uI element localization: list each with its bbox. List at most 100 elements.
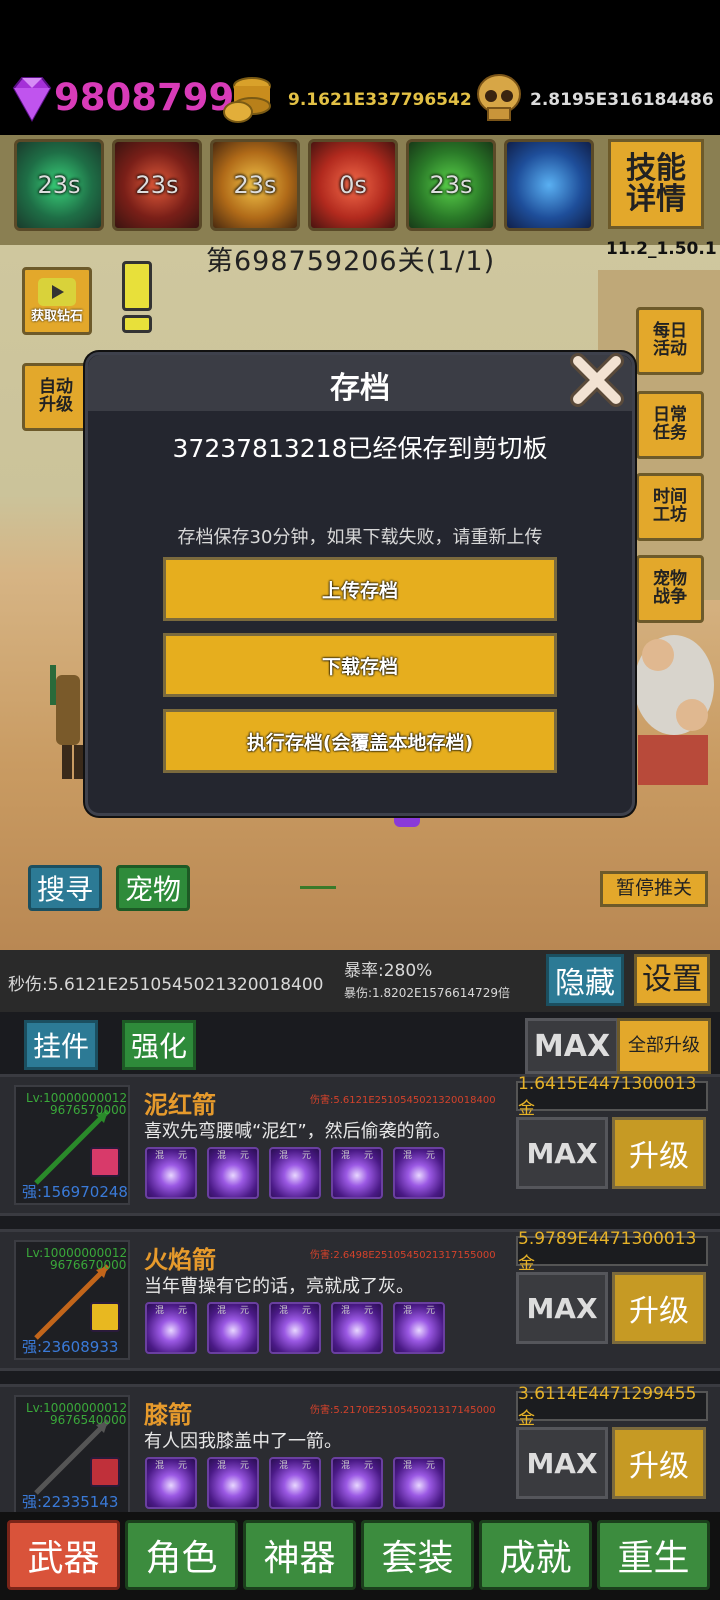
weapon-max-button[interactable]: MAX (516, 1427, 608, 1499)
weapon-level-sub: 9676570000 (50, 1103, 127, 1117)
weapon-gem-icon (90, 1302, 120, 1332)
weapon-gem-icon (90, 1457, 120, 1487)
gem-label: 元 (425, 1461, 435, 1471)
weapon-damage: 伤害:5.6121E2510545021320018400 (310, 1095, 496, 1106)
enemy-group (628, 625, 720, 795)
yin-yang-gem-icon[interactable]: 混 元 (393, 1147, 445, 1199)
nav-set[interactable]: 套装 (361, 1520, 474, 1590)
weapon-max-button[interactable]: MAX (516, 1272, 608, 1344)
nav-artifact[interactable]: 神器 (243, 1520, 356, 1590)
get-diamond-button[interactable]: 获取钻石 (22, 267, 92, 335)
weapon-thumbnail[interactable]: Lv:10000000012 9676540000 强:22335143 (14, 1395, 130, 1515)
time-workshop-button[interactable]: 时间 工坊 (636, 473, 704, 541)
weapon-strength: 强:23608933 (22, 1338, 119, 1356)
skill-detail-label: 详情 (626, 182, 686, 217)
yin-yang-gem-icon[interactable]: 混 元 (207, 1147, 259, 1199)
nav-label: 重生 (617, 1538, 690, 1579)
upgrade-all-button[interactable]: 全部升级 (617, 1018, 711, 1074)
gem-label: 混 (279, 1151, 289, 1161)
yin-yang-gem-icon[interactable]: 混 元 (145, 1302, 197, 1354)
nav-achievement[interactable]: 成就 (479, 1520, 592, 1590)
nav-label: 套装 (381, 1538, 454, 1579)
daily-activity-button[interactable]: 每日 活动 (636, 307, 704, 375)
save-dialog: 存档 37237813218已经保存到剪切板 存档保存30分钟，如果下载失败，请… (85, 352, 635, 816)
pause-stage-button[interactable]: 暂停推关 (600, 871, 708, 907)
yin-yang-gem-icon[interactable]: 混 元 (145, 1457, 197, 1509)
resource-bar: 9808799 9.1621E337796542 2.8195E31618448… (0, 0, 720, 135)
exclamation-icon[interactable] (122, 261, 154, 333)
auto-upgrade-button[interactable]: 自动 升级 (22, 363, 90, 431)
weapon-card: Lv:10000000012 9676570000 强:156970248 泥红… (0, 1074, 720, 1216)
max-label: MAX (526, 1136, 598, 1170)
weapon-upgrade-button[interactable]: 升级 (612, 1427, 706, 1499)
yin-yang-gem-icon[interactable]: 混 元 (145, 1147, 197, 1199)
skull-icon (474, 72, 524, 124)
upload-save-button[interactable]: 上传存档 (163, 557, 557, 621)
daily-task-button[interactable]: 日常 任务 (636, 391, 704, 459)
weapon-cost: 3.6114E4471299455金 (516, 1384, 708, 1429)
nav-label: 成就 (499, 1538, 572, 1579)
weapon-cost: 1.6415E4471300013金 (516, 1074, 708, 1119)
gem-label: 混 (217, 1306, 227, 1316)
yin-yang-gem-icon[interactable]: 混 元 (393, 1302, 445, 1354)
weapon-level-sub: 9676540000 (50, 1413, 127, 1427)
hide-label: 隐藏 (555, 966, 615, 1001)
side-button-label: 任务 (653, 423, 687, 443)
weapon-thumbnail[interactable]: Lv:10000000012 9676570000 强:156970248 (14, 1085, 130, 1205)
skill-cooldown: 23s (429, 171, 473, 199)
gem-label: 元 (177, 1151, 187, 1161)
skill-slot-fire[interactable]: 0s (308, 139, 398, 231)
pet-war-button[interactable]: 宠物 战争 (636, 555, 704, 623)
settings-button[interactable]: 设置 (634, 954, 710, 1006)
gem-label: 混 (279, 1306, 289, 1316)
weapon-level-sub: 9676670000 (50, 1258, 127, 1272)
gem-label: 混 (217, 1461, 227, 1471)
skill-slot-blade[interactable]: 23s (112, 139, 202, 231)
weapon-damage: 伤害:2.6498E2510545021317155000 (310, 1250, 496, 1261)
dialog-message: 37237813218已经保存到剪切板 (172, 434, 548, 463)
weapon-upgrade-button[interactable]: 升级 (612, 1272, 706, 1344)
execute-save-button[interactable]: 执行存档(会覆盖本地存档) (163, 709, 557, 773)
weapon-name: 泥红箭 (144, 1091, 216, 1119)
pause-stage-label: 暂停推关 (615, 877, 692, 900)
yin-yang-gem-icon[interactable]: 混 元 (207, 1302, 259, 1354)
pet-label: 宠物 (124, 873, 181, 906)
skill-slot-arrow[interactable]: 23s (406, 139, 496, 231)
max-all-button[interactable]: MAX (525, 1018, 619, 1074)
skill-detail-button[interactable]: 技能 详情 (608, 139, 704, 229)
hide-button[interactable]: 隐藏 (546, 954, 624, 1006)
hangup-button[interactable]: 挂件 (24, 1020, 98, 1070)
search-button[interactable]: 搜寻 (28, 865, 102, 911)
nav-rebirth[interactable]: 重生 (597, 1520, 710, 1590)
skill-slot-wind[interactable]: 23s (14, 139, 104, 231)
side-button-label: 工坊 (653, 505, 687, 525)
weapon-max-button[interactable]: MAX (516, 1117, 608, 1189)
dps-text: 秒伤:5.6121E2510545021320018400 (8, 975, 324, 995)
weapon-gem-icon (90, 1147, 120, 1177)
yin-yang-gem-icon[interactable]: 混 元 (269, 1147, 321, 1199)
weapon-card: Lv:10000000012 9676670000 强:23608933 火焰箭… (0, 1229, 720, 1371)
weapon-upgrade-button[interactable]: 升级 (612, 1117, 706, 1189)
weapon-thumbnail[interactable]: Lv:10000000012 9676670000 强:23608933 (14, 1240, 130, 1360)
enhance-button[interactable]: 强化 (122, 1020, 196, 1070)
weapon-description: 有人因我膝盖中了一箭。 (144, 1431, 342, 1452)
download-save-button[interactable]: 下载存档 (163, 633, 557, 697)
skill-slot-clock[interactable] (504, 139, 594, 231)
yin-yang-gem-icon[interactable]: 混 元 (331, 1147, 383, 1199)
pet-button[interactable]: 宠物 (116, 865, 190, 911)
yin-yang-gem-icon[interactable]: 混 元 (331, 1302, 383, 1354)
yin-yang-gem-icon[interactable]: 混 元 (269, 1302, 321, 1354)
nav-weapons[interactable]: 武器 (7, 1520, 120, 1590)
gold-count: 9.1621E337796542 (288, 90, 472, 110)
skill-slot-star[interactable]: 23s (210, 139, 300, 231)
hangup-label: 挂件 (32, 1030, 89, 1063)
yin-yang-gem-icon[interactable]: 混 元 (269, 1457, 321, 1509)
version-label: 11.2_1.50.1 (606, 239, 717, 259)
yin-yang-gem-icon[interactable]: 混 元 (331, 1457, 383, 1509)
close-icon[interactable] (566, 351, 628, 409)
nav-character[interactable]: 角色 (125, 1520, 238, 1590)
weapon-panel: 挂件 强化 MAX 全部升级 Lv:10000000012 9676570000… (0, 1012, 720, 1526)
gem-label: 元 (239, 1151, 249, 1161)
yin-yang-gem-icon[interactable]: 混 元 (393, 1457, 445, 1509)
yin-yang-gem-icon[interactable]: 混 元 (207, 1457, 259, 1509)
